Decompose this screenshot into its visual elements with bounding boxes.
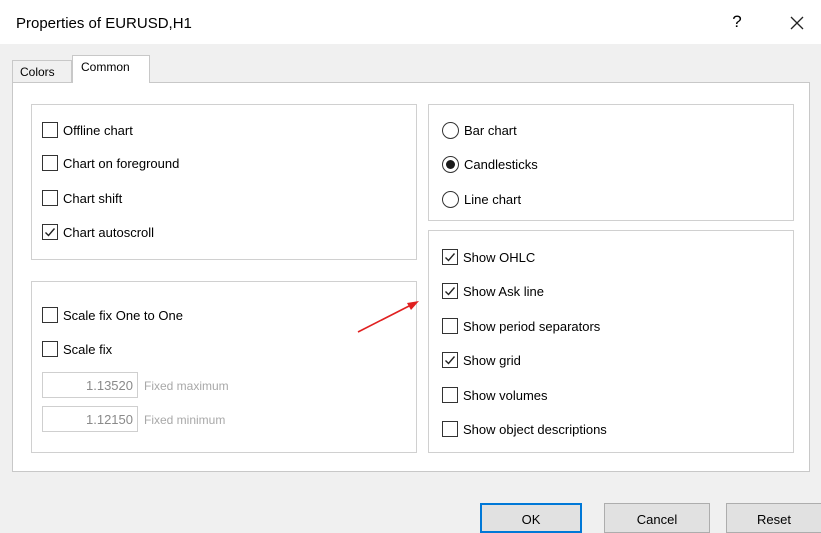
checkbox-label: Show object descriptions (463, 421, 607, 437)
radio-label: Candlesticks (464, 156, 538, 172)
checkbox-box (42, 341, 58, 357)
checkbox-box (42, 190, 58, 206)
offline-chart-checkbox[interactable]: Offline chart (42, 121, 133, 139)
fixed-minimum-label: Fixed minimum (144, 413, 226, 427)
check-icon (445, 253, 456, 262)
checkbox-label: Show grid (463, 352, 521, 368)
bar-chart-radio[interactable]: Bar chart (442, 121, 517, 139)
show-volumes-checkbox[interactable]: Show volumes (442, 386, 548, 404)
checkbox-label: Scale fix (63, 341, 113, 357)
check-icon (445, 356, 456, 365)
tab-common[interactable]: Common (72, 55, 150, 83)
radio-label: Line chart (464, 191, 522, 207)
checkbox-box (442, 387, 458, 403)
checkbox-box (42, 307, 58, 323)
checkbox-box (42, 224, 58, 240)
show-grid-checkbox[interactable]: Show grid (442, 351, 521, 369)
line-chart-radio[interactable]: Line chart (442, 190, 521, 208)
checkbox-box (442, 283, 458, 299)
show-object-descriptions-checkbox[interactable]: Show object descriptions (442, 420, 607, 438)
fixed-maximum-label: Fixed maximum (144, 379, 229, 393)
checkbox-box (442, 421, 458, 437)
close-button[interactable] (787, 13, 807, 33)
show-period-separators-checkbox[interactable]: Show period separators (442, 317, 600, 335)
checkbox-label: Chart on foreground (63, 155, 180, 171)
check-icon (445, 287, 456, 296)
checkbox-box (42, 122, 58, 138)
tab-colors[interactable]: Colors (12, 60, 72, 82)
radio-selected-dot (446, 159, 455, 169)
radio-label: Bar chart (464, 122, 517, 138)
chart-autoscroll-checkbox[interactable]: Chart autoscroll (42, 223, 154, 241)
chart-shift-checkbox[interactable]: Chart shift (42, 189, 122, 207)
fixed-minimum-input[interactable]: 1.12150 (42, 406, 138, 432)
chart-on-foreground-checkbox[interactable]: Chart on foreground (42, 154, 179, 172)
cancel-button[interactable]: Cancel (604, 503, 710, 533)
arrow-annotation-icon (357, 301, 419, 333)
check-icon (45, 228, 56, 237)
checkbox-label: Chart shift (63, 190, 123, 206)
checkbox-label: Show Ask line (463, 283, 544, 299)
show-options-group: Show OHLC Show Ask line Show period sepa… (428, 230, 794, 453)
fixed-maximum-input[interactable]: 1.13520 (42, 372, 138, 398)
checkbox-label: Scale fix One to One (63, 307, 183, 323)
checkbox-box (42, 155, 58, 171)
chart-type-group: Bar chart Candlesticks Line chart (428, 104, 794, 221)
radio-circle (442, 121, 459, 139)
checkbox-box (442, 318, 458, 334)
checkbox-label: Show volumes (463, 387, 548, 403)
ok-button[interactable]: OK (480, 503, 582, 533)
candlesticks-radio[interactable]: Candlesticks (442, 155, 538, 173)
checkbox-label: Chart autoscroll (63, 224, 155, 240)
checkbox-box (442, 249, 458, 265)
reset-button[interactable]: Reset (726, 503, 821, 533)
scale-fix-checkbox[interactable]: Scale fix (42, 340, 112, 358)
radio-circle (442, 155, 459, 173)
close-icon (790, 16, 804, 30)
scale-fix-one-to-one-checkbox[interactable]: Scale fix One to One (42, 306, 183, 324)
chart-options-group: Offline chart Chart on foreground Chart … (31, 104, 417, 260)
show-ask-line-checkbox[interactable]: Show Ask line (442, 282, 544, 300)
checkbox-label: Offline chart (63, 122, 133, 138)
dialog-title: Properties of EURUSD,H1 (16, 15, 192, 32)
help-button[interactable]: ? (727, 12, 747, 34)
checkbox-box (442, 352, 458, 368)
checkbox-label: Show OHLC (463, 249, 536, 265)
show-ohlc-checkbox[interactable]: Show OHLC (442, 248, 535, 266)
tab-panel-common: Offline chart Chart on foreground Chart … (12, 82, 810, 472)
radio-circle (442, 190, 459, 208)
checkbox-label: Show period separators (463, 318, 601, 334)
title-bar: Properties of EURUSD,H1 ? (0, 0, 821, 44)
